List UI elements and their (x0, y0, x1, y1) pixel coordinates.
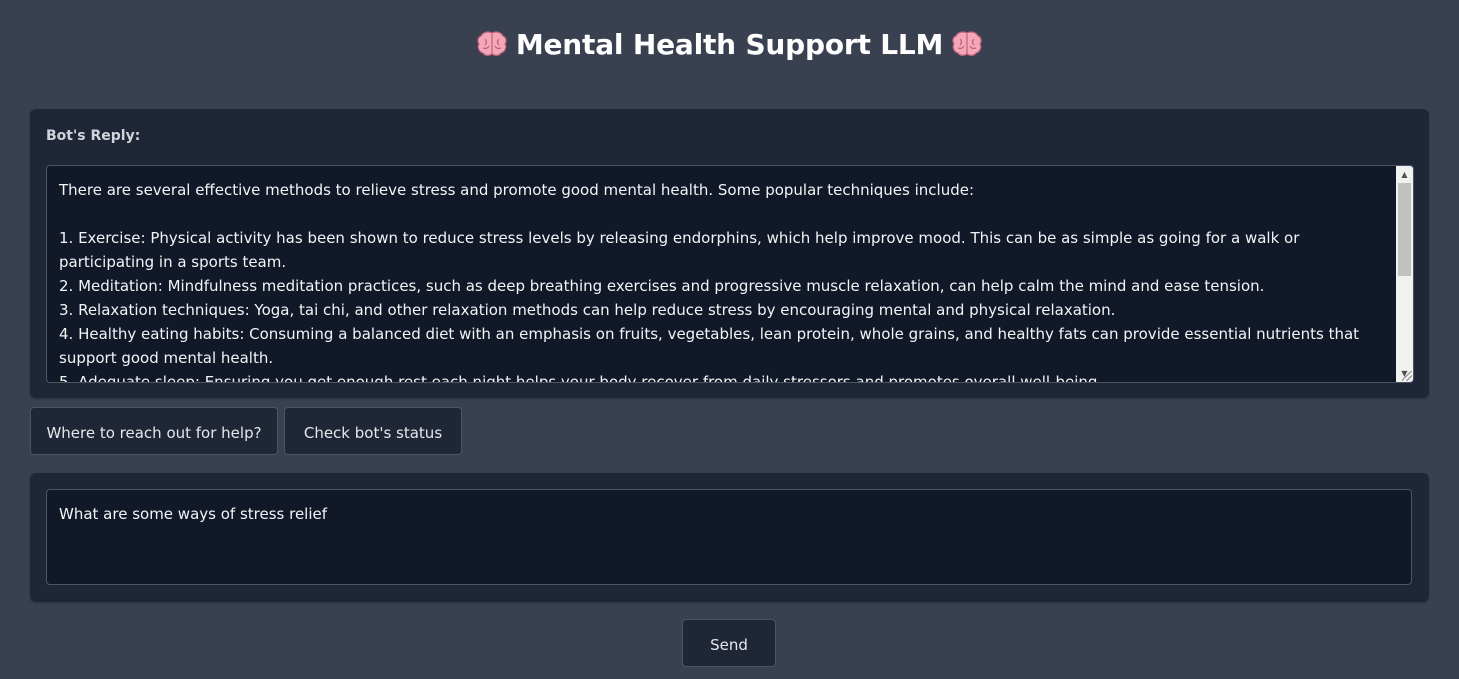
brain-icon (477, 31, 507, 56)
reply-panel: Bot's Reply: There are several effective… (30, 109, 1429, 398)
scroll-thumb[interactable] (1398, 183, 1411, 276)
reply-textarea[interactable]: There are several effective methods to r… (46, 165, 1414, 383)
check-status-button[interactable]: Check bot's status (284, 407, 462, 455)
reply-scrollbar[interactable]: ▲ ▼ (1396, 166, 1413, 382)
send-button[interactable]: Send (682, 619, 776, 667)
message-input[interactable]: What are some ways of stress relief (46, 489, 1412, 585)
scroll-up-arrow-icon[interactable]: ▲ (1396, 166, 1413, 183)
input-panel: What are some ways of stress relief (30, 473, 1429, 602)
page-title: Mental Health Support LLM (0, 26, 1459, 64)
brain-icon (952, 31, 982, 56)
reply-text: There are several effective methods to r… (59, 181, 1360, 383)
reply-label: Bot's Reply: (46, 128, 141, 144)
page-title-text: Mental Health Support LLM (515, 28, 944, 61)
reach-out-help-button[interactable]: Where to reach out for help? (30, 407, 278, 455)
resize-grip-icon[interactable] (1402, 371, 1412, 381)
